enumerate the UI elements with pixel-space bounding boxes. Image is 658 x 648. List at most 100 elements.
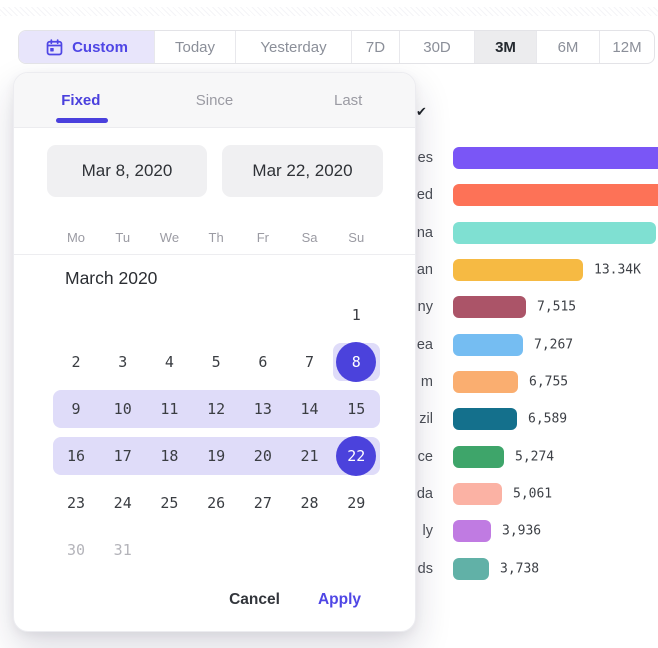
bar-value: 3,936 xyxy=(502,524,541,539)
calendar-grid: 1234567891011121314151617181920212223242… xyxy=(14,73,415,631)
bar-label-fragment: na xyxy=(417,225,433,241)
day-number: 4 xyxy=(165,353,174,371)
day-number: 8 xyxy=(336,342,376,382)
day-number: 27 xyxy=(254,494,272,512)
period-12m-button[interactable]: 12M xyxy=(599,31,654,63)
period-yesterday-button[interactable]: Yesterday xyxy=(235,31,351,63)
bar-da[interactable] xyxy=(453,483,502,505)
bar-value: 6,755 xyxy=(529,374,568,389)
period-7d-button[interactable]: 7D xyxy=(351,31,399,63)
calendar-day-25[interactable]: 25 xyxy=(146,480,193,527)
day-number: 2 xyxy=(71,353,80,371)
bar-label-fragment: ce xyxy=(418,449,433,465)
calendar-day-8[interactable]: 8 xyxy=(333,339,380,386)
calendar-day-14[interactable]: 14 xyxy=(286,386,333,433)
calendar-day-20[interactable]: 20 xyxy=(239,433,286,480)
calendar-day-9[interactable]: 9 xyxy=(53,386,100,433)
calendar-icon xyxy=(45,38,64,57)
bar-label-fragment: zil xyxy=(419,411,433,427)
calendar-day-30: 30 xyxy=(53,527,100,574)
calendar-day-7[interactable]: 7 xyxy=(286,339,333,386)
hidden-checkmark-icon: ✔ xyxy=(416,104,427,120)
calendar-day-18[interactable]: 18 xyxy=(146,433,193,480)
day-number: 31 xyxy=(114,541,132,559)
calendar-day-2[interactable]: 2 xyxy=(53,339,100,386)
day-number: 26 xyxy=(207,494,225,512)
bar-label-fragment: ds xyxy=(418,561,433,577)
bar-value: 7,267 xyxy=(534,337,573,352)
cancel-button[interactable]: Cancel xyxy=(227,587,282,613)
bar-value: 5,274 xyxy=(515,449,554,464)
day-number: 11 xyxy=(160,400,178,418)
bar-label-fragment: ea xyxy=(417,337,433,353)
day-number: 16 xyxy=(67,447,85,465)
bar-ce[interactable] xyxy=(453,446,504,468)
day-number: 12 xyxy=(207,400,225,418)
day-number: 28 xyxy=(301,494,319,512)
calendar-day-15[interactable]: 15 xyxy=(333,386,380,433)
calendar-day-31: 31 xyxy=(99,527,146,574)
day-number: 7 xyxy=(305,353,314,371)
calendar-day-21[interactable]: 21 xyxy=(286,433,333,480)
bar-ed[interactable] xyxy=(453,184,658,206)
day-number: 24 xyxy=(114,494,132,512)
day-number: 1 xyxy=(352,306,361,324)
bar-label-fragment: da xyxy=(417,486,433,502)
calendar-day-24[interactable]: 24 xyxy=(99,480,146,527)
calendar-day-23[interactable]: 23 xyxy=(53,480,100,527)
bar-value: 7,515 xyxy=(537,300,576,315)
bar-es[interactable] xyxy=(453,147,658,169)
calendar-day-27[interactable]: 27 xyxy=(239,480,286,527)
period-custom-button[interactable]: Custom xyxy=(19,31,154,63)
calendar-day-12[interactable]: 12 xyxy=(193,386,240,433)
bar-label-fragment: es xyxy=(418,150,433,166)
day-number: 18 xyxy=(160,447,178,465)
day-number: 13 xyxy=(254,400,272,418)
calendar-day-19[interactable]: 19 xyxy=(193,433,240,480)
bar-ly[interactable] xyxy=(453,520,491,542)
calendar-day-17[interactable]: 17 xyxy=(99,433,146,480)
day-number: 20 xyxy=(254,447,272,465)
calendar-day-28[interactable]: 28 xyxy=(286,480,333,527)
bar-ny[interactable] xyxy=(453,296,526,318)
period-segmented-control: Custom Today Yesterday 7D 30D 3M 6M 12M xyxy=(18,30,655,64)
calendar-day-10[interactable]: 10 xyxy=(99,386,146,433)
bar-na[interactable] xyxy=(453,222,656,244)
calendar-day-13[interactable]: 13 xyxy=(239,386,286,433)
bar-ds[interactable] xyxy=(453,558,489,580)
calendar-day-16[interactable]: 16 xyxy=(53,433,100,480)
period-6m-button[interactable]: 6M xyxy=(536,31,599,63)
day-number: 6 xyxy=(258,353,267,371)
period-custom-label: Custom xyxy=(72,39,128,56)
bar-ea[interactable] xyxy=(453,334,523,356)
bar-value: 5,061 xyxy=(513,486,552,501)
bar-value: 13.34K xyxy=(594,262,641,277)
period-30d-button[interactable]: 30D xyxy=(399,31,474,63)
day-number: 10 xyxy=(114,400,132,418)
calendar-day-3[interactable]: 3 xyxy=(99,339,146,386)
calendar-day-4[interactable]: 4 xyxy=(146,339,193,386)
date-range-popover: Fixed Since Last Mar 8, 2020 Mar 22, 202… xyxy=(13,72,416,632)
calendar-day-5[interactable]: 5 xyxy=(193,339,240,386)
calendar-day-1[interactable]: 1 xyxy=(333,292,380,339)
calendar-day-22[interactable]: 22 xyxy=(333,433,380,480)
apply-button[interactable]: Apply xyxy=(316,587,363,613)
calendar-day-6[interactable]: 6 xyxy=(239,339,286,386)
day-number: 23 xyxy=(67,494,85,512)
day-number: 21 xyxy=(301,447,319,465)
calendar-day-26[interactable]: 26 xyxy=(193,480,240,527)
bar-an[interactable] xyxy=(453,259,583,281)
bar-label-fragment: m xyxy=(421,374,433,390)
popover-footer: Cancel Apply xyxy=(14,578,415,622)
calendar-day-11[interactable]: 11 xyxy=(146,386,193,433)
period-3m-button[interactable]: 3M xyxy=(474,31,536,63)
bar-zil[interactable] xyxy=(453,408,517,430)
day-number: 3 xyxy=(118,353,127,371)
bar-label-fragment: an xyxy=(417,262,433,278)
day-number: 30 xyxy=(67,541,85,559)
day-number: 5 xyxy=(212,353,221,371)
bar-m[interactable] xyxy=(453,371,518,393)
calendar-day-29[interactable]: 29 xyxy=(333,480,380,527)
day-number: 22 xyxy=(336,436,376,476)
period-today-button[interactable]: Today xyxy=(154,31,235,63)
